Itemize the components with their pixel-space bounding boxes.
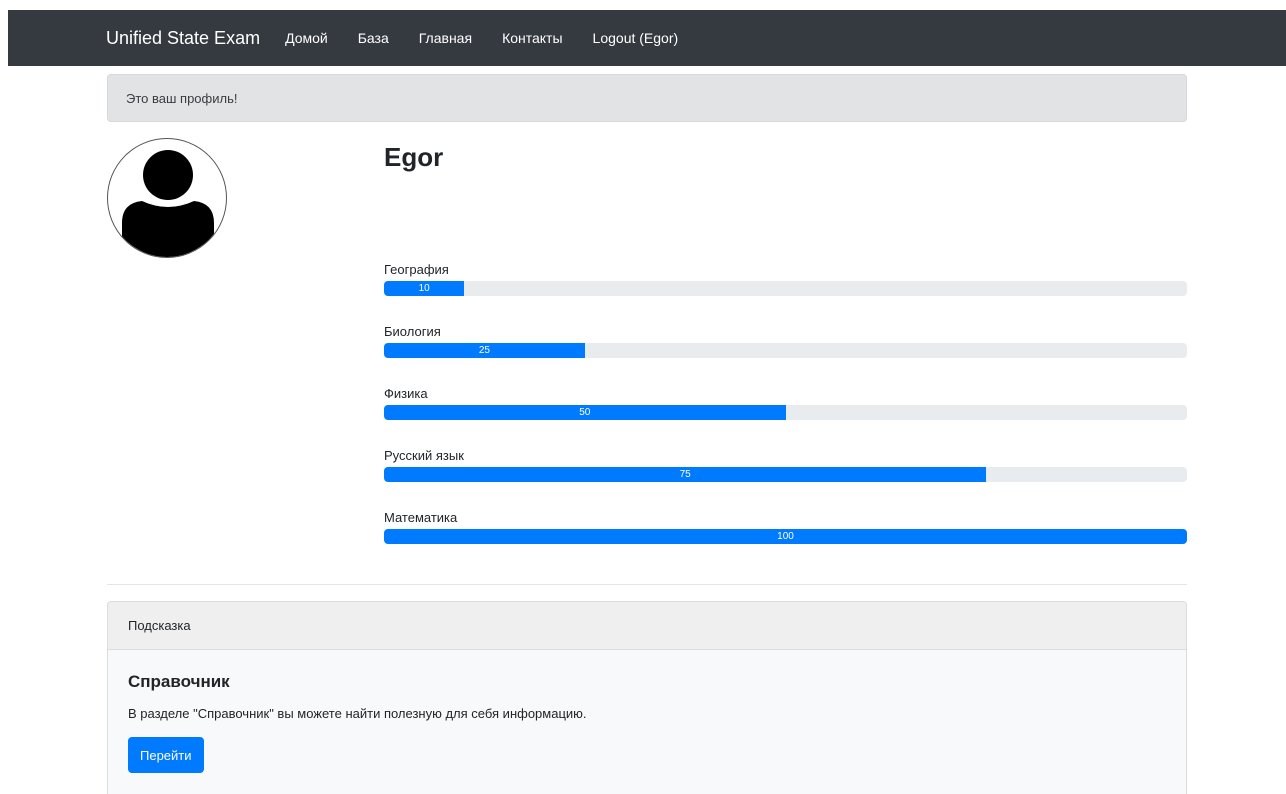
profile-name: Egor bbox=[384, 142, 444, 172]
navbar-brand[interactable]: Unified State Exam bbox=[106, 28, 260, 49]
subject-item: Физика 50 bbox=[384, 386, 1187, 448]
progress-track: 10 bbox=[384, 281, 1187, 296]
progress-track: 100 bbox=[384, 529, 1187, 544]
navbar: Unified State Exam Домой База Главная Ко… bbox=[8, 10, 1286, 66]
hint-card: Подсказка Справочник В разделе "Справочн… bbox=[107, 601, 1187, 794]
alert-text: Это ваш профиль! bbox=[126, 90, 238, 106]
subject-item: Биология 25 bbox=[384, 324, 1187, 386]
subject-label: География bbox=[384, 262, 449, 277]
nav-link-main[interactable]: Главная bbox=[419, 30, 472, 46]
progress-track: 50 bbox=[384, 405, 1187, 420]
user-silhouette-icon bbox=[122, 150, 214, 257]
progress-bar: 10 bbox=[384, 281, 465, 296]
subject-item: Математика 100 bbox=[384, 510, 1187, 572]
progress-track: 25 bbox=[384, 343, 1187, 358]
subject-label: Биология bbox=[384, 324, 441, 339]
progress-bar: 100 bbox=[384, 529, 1187, 544]
progress-bar: 75 bbox=[384, 467, 987, 482]
profile-alert: Это ваш профиль! bbox=[107, 74, 1187, 122]
nav-link-base[interactable]: База bbox=[358, 30, 389, 46]
subject-item: География 10 bbox=[384, 262, 1187, 324]
subject-progress-list: География 10 Биология 25 Физика 50 Русск… bbox=[384, 262, 1187, 572]
nav-link-logout[interactable]: Logout (Egor) bbox=[593, 30, 679, 46]
subject-label: Физика bbox=[384, 386, 428, 401]
section-divider bbox=[107, 584, 1187, 585]
avatar bbox=[107, 138, 227, 258]
card-body: Справочник В разделе "Справочник" вы мож… bbox=[108, 650, 1186, 794]
subject-label: Русский язык bbox=[384, 448, 464, 463]
progress-bar: 25 bbox=[384, 343, 585, 358]
subject-item: Русский язык 75 bbox=[384, 448, 1187, 510]
card-text: В разделе "Справочник" вы можете найти п… bbox=[128, 706, 587, 721]
progress-track: 75 bbox=[384, 467, 1187, 482]
subject-label: Математика bbox=[384, 510, 458, 525]
card-header: Подсказка bbox=[108, 602, 1186, 650]
progress-bar: 50 bbox=[384, 405, 786, 420]
nav-link-contacts[interactable]: Контакты bbox=[502, 30, 562, 46]
go-button[interactable]: Перейти bbox=[128, 737, 204, 773]
card-title: Справочник bbox=[128, 672, 230, 691]
nav-link-home[interactable]: Домой bbox=[285, 30, 328, 46]
